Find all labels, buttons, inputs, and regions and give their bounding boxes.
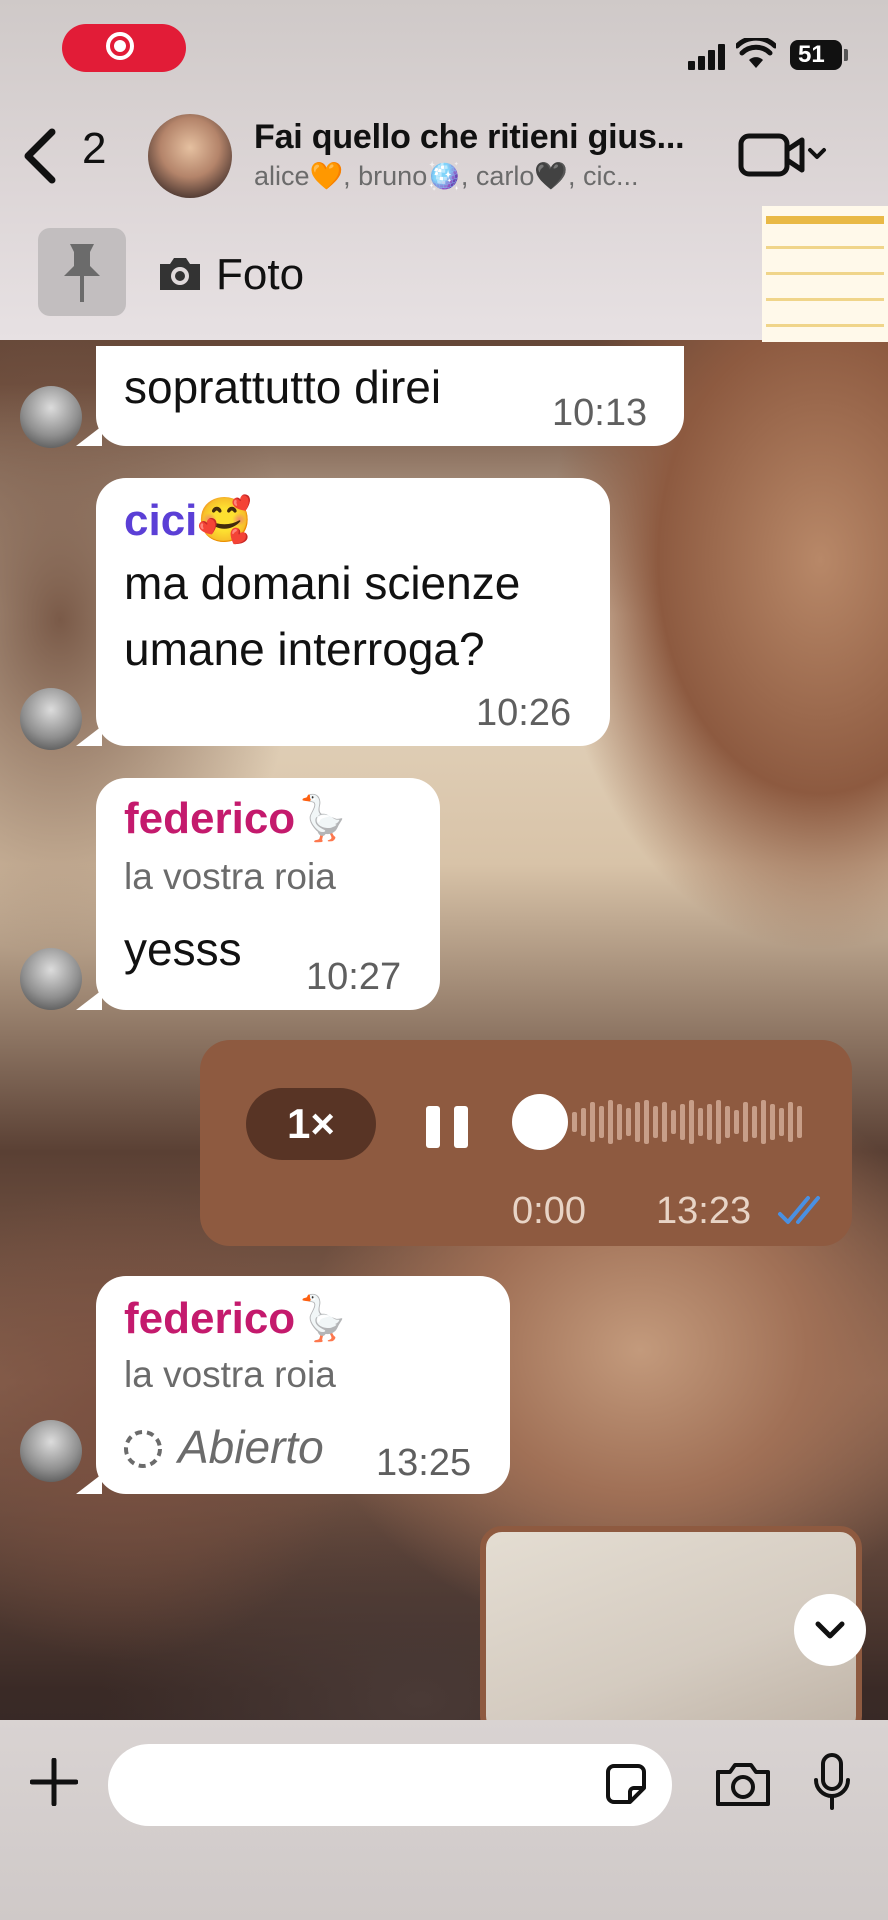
bubble-tail xyxy=(76,426,102,446)
chat-members[interactable]: alice🧡, bruno🪩, carlo🖤, cic... xyxy=(254,160,638,192)
quoted-message[interactable]: la vostra roia xyxy=(124,856,336,898)
microphone-icon[interactable] xyxy=(812,1752,852,1812)
cellular-signal-icon xyxy=(688,44,726,70)
wifi-icon xyxy=(736,38,776,68)
voice-elapsed-time: 0:00 xyxy=(512,1190,586,1232)
sender-name[interactable]: federico🪿 xyxy=(124,1292,350,1344)
message-time: 10:27 xyxy=(306,956,402,998)
sender-name[interactable]: federico🪿 xyxy=(124,792,350,844)
bubble-tail xyxy=(76,1474,102,1494)
message-text: umane interroga? xyxy=(124,623,485,675)
quoted-message[interactable]: la vostra roia xyxy=(124,1354,336,1396)
playback-scrubber[interactable] xyxy=(512,1094,568,1150)
battery-tip xyxy=(844,49,848,61)
read-receipt-icon xyxy=(778,1196,820,1224)
sender-avatar[interactable] xyxy=(20,688,82,750)
video-call-icon[interactable] xyxy=(738,130,828,180)
camera-small-icon xyxy=(160,258,200,290)
sticker-icon[interactable] xyxy=(604,1762,648,1806)
message-time: 10:26 xyxy=(476,692,572,734)
sender-avatar[interactable] xyxy=(20,1420,82,1482)
battery-icon: 51 xyxy=(790,40,842,70)
message-text: soprattutto direi xyxy=(124,361,442,413)
camera-icon[interactable] xyxy=(714,1760,772,1808)
audio-waveform[interactable] xyxy=(570,1096,810,1148)
pinned-photo-thumbnail[interactable] xyxy=(762,206,888,342)
playback-speed-button[interactable]: 1× xyxy=(246,1088,376,1160)
chat-title[interactable]: Fai quello che ritieni gius... xyxy=(254,118,685,157)
back-chevron-icon[interactable] xyxy=(20,128,60,184)
loading-icon xyxy=(124,1430,162,1468)
message-time: 10:13 xyxy=(552,392,648,434)
sender-avatar[interactable] xyxy=(20,948,82,1010)
plus-icon[interactable] xyxy=(30,1758,78,1806)
sender-avatar[interactable] xyxy=(20,386,82,448)
message-time: 13:25 xyxy=(376,1442,472,1484)
bubble-tail xyxy=(76,990,102,1010)
pause-icon[interactable] xyxy=(424,1104,472,1150)
pin-icon xyxy=(64,244,100,302)
pinned-message-label[interactable]: Foto xyxy=(216,250,304,300)
chevron-down-icon xyxy=(815,1621,845,1639)
unread-count[interactable]: 2 xyxy=(82,124,106,174)
group-avatar[interactable] xyxy=(148,114,232,198)
record-dot xyxy=(114,40,126,52)
message-time: 13:23 xyxy=(656,1190,752,1232)
message-text: ma domani scienze xyxy=(124,557,521,609)
sender-name[interactable]: cici🥰 xyxy=(124,494,252,546)
message-input[interactable] xyxy=(108,1744,672,1826)
message-text: yesss xyxy=(124,923,242,975)
message-text: Abierto xyxy=(178,1421,324,1473)
